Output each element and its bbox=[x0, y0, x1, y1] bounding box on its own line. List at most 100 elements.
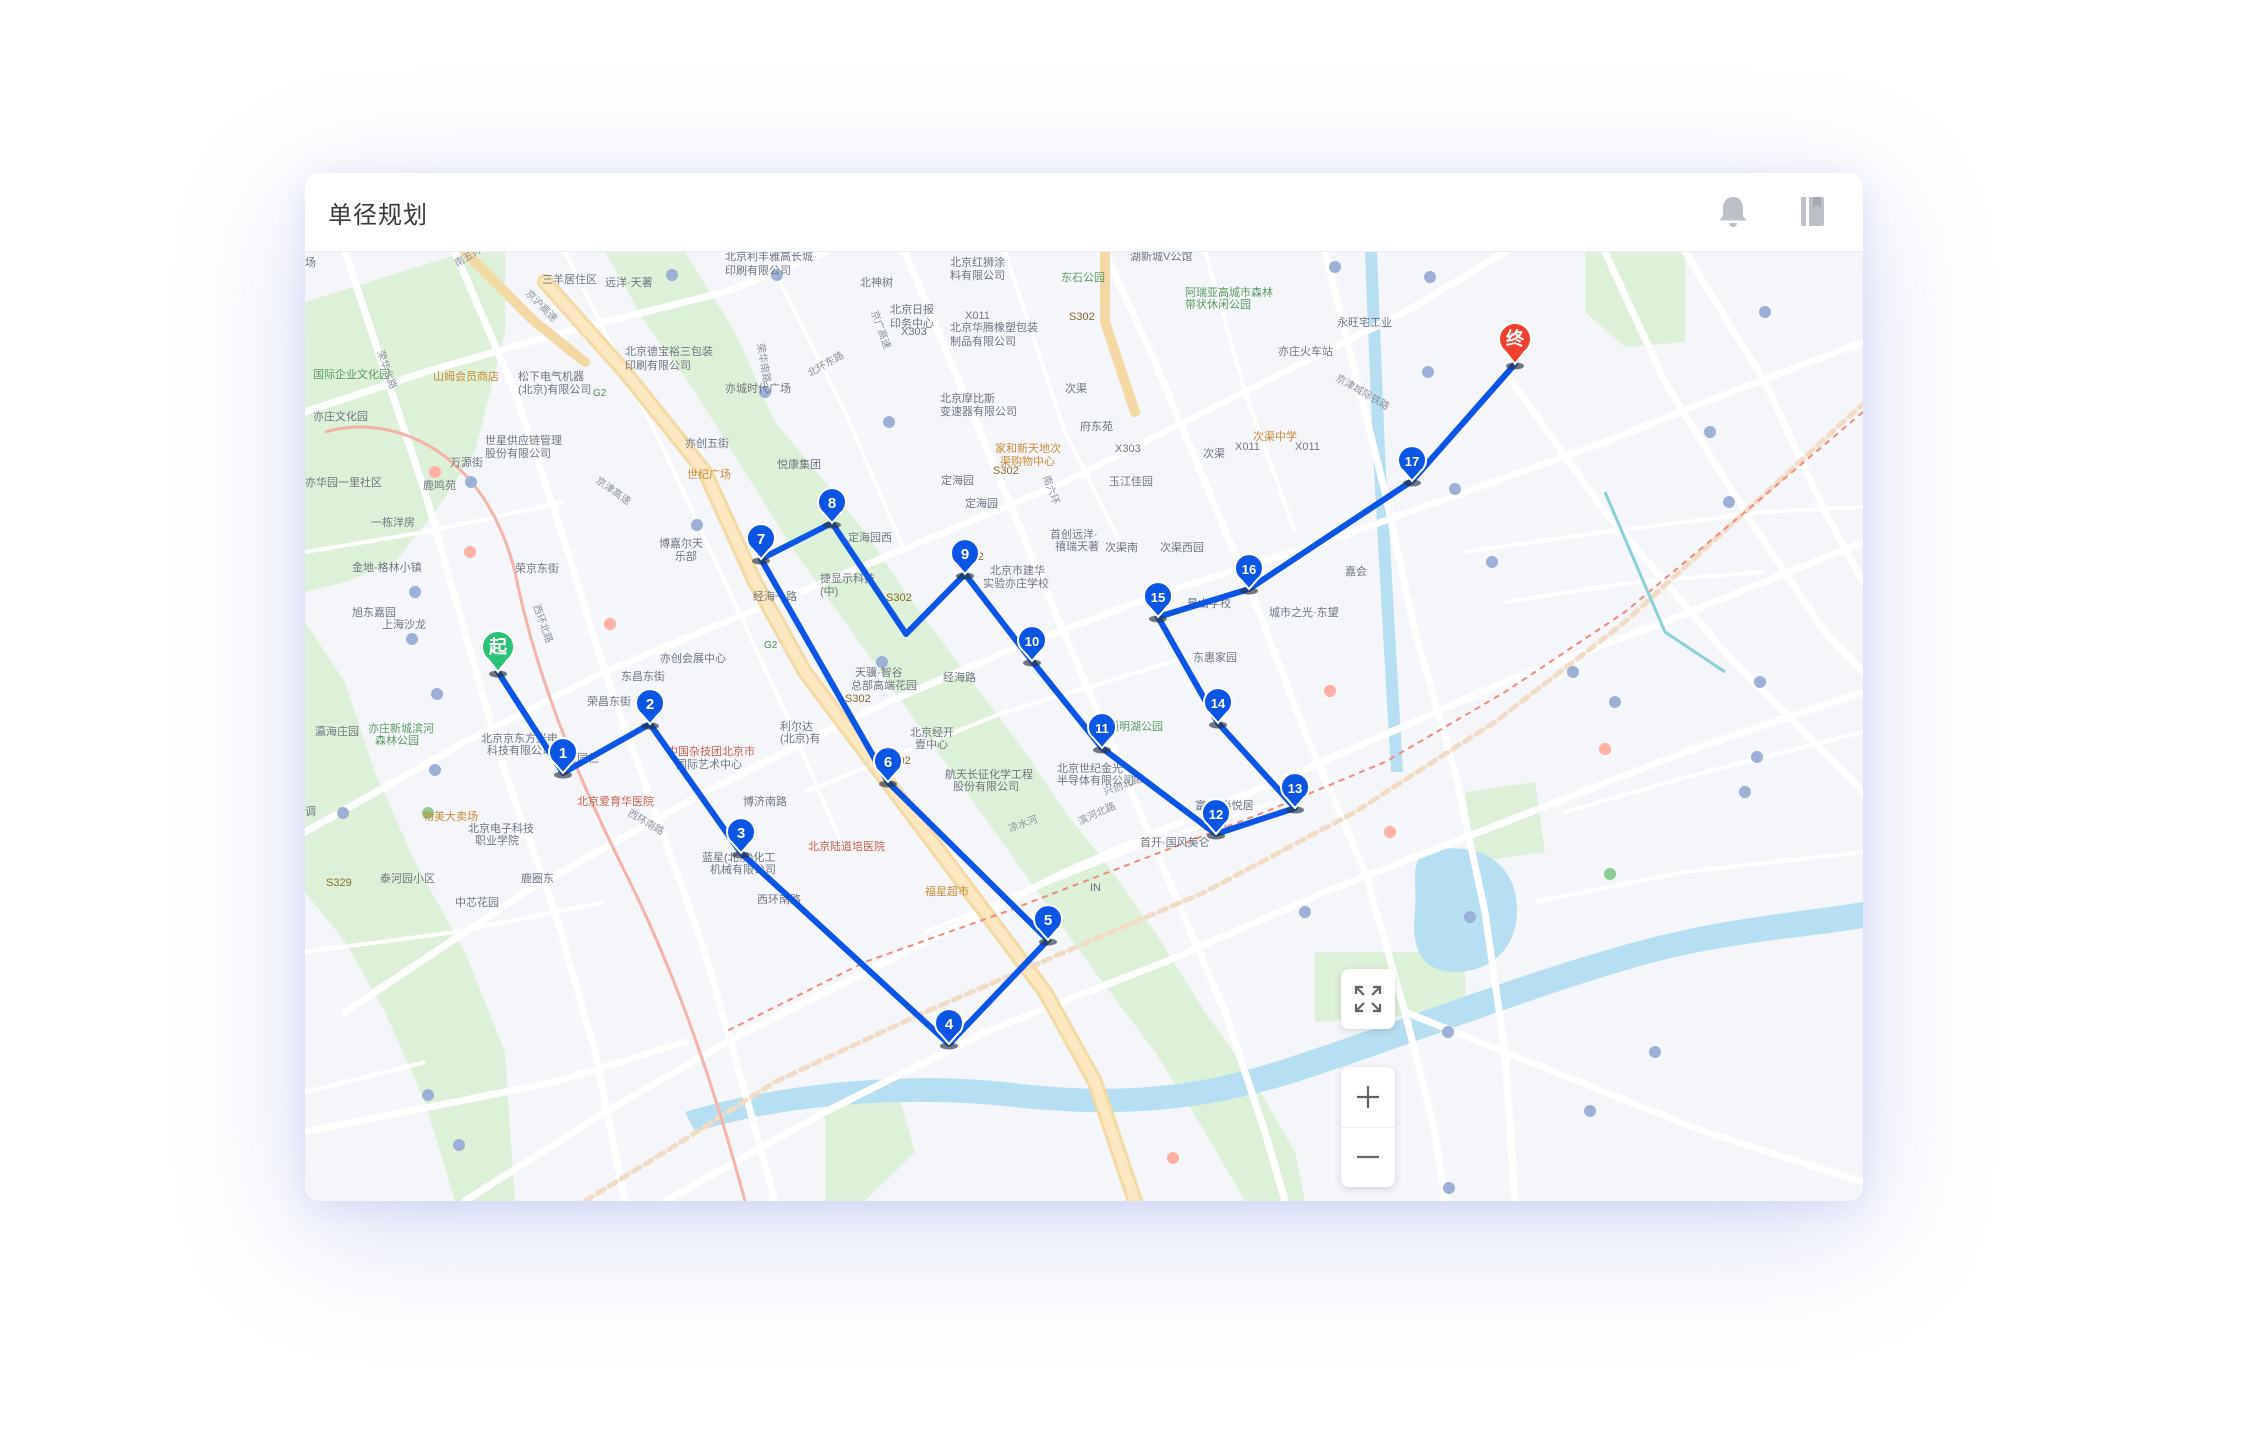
map-label: 上海沙龙 bbox=[382, 617, 426, 631]
fullscreen-control[interactable] bbox=[1341, 969, 1395, 1029]
map-label: 职业学院 bbox=[475, 833, 519, 847]
map-label: 股份有限公司 bbox=[485, 446, 551, 460]
map-label: (中) bbox=[820, 585, 838, 598]
map-label: 印刷有限公司 bbox=[625, 358, 691, 372]
rivers bbox=[685, 252, 1863, 1132]
zoom-in-button[interactable] bbox=[1341, 1067, 1395, 1128]
waypoint-marker[interactable]: 5 bbox=[1033, 904, 1063, 946]
page-title: 单径规划 bbox=[328, 202, 428, 229]
waypoint-marker[interactable]: 1 bbox=[548, 737, 578, 779]
fullscreen-button[interactable] bbox=[1341, 969, 1395, 1029]
map-label: 中芯花园 bbox=[455, 895, 499, 909]
marker-label: 12 bbox=[1209, 807, 1223, 822]
map-label: 松下电气机器 bbox=[518, 369, 584, 383]
marker-label: 5 bbox=[1044, 912, 1052, 929]
zoom-out-button[interactable] bbox=[1341, 1127, 1395, 1187]
map-label: S329 bbox=[326, 877, 352, 889]
map-label: 玉江佳园 bbox=[1109, 474, 1153, 488]
map-label: IN bbox=[1090, 882, 1101, 894]
map-label: 亦创五街 bbox=[685, 436, 729, 450]
map-label: 定海园 bbox=[965, 496, 998, 510]
waypoint-marker[interactable]: 14 bbox=[1203, 687, 1233, 729]
map-label: 经海一路 bbox=[753, 589, 797, 603]
window-header: 单径规划 bbox=[305, 173, 1863, 252]
map-label: 鹿鸣苑 bbox=[423, 478, 456, 492]
route-planning-window: 单径规划 北京利丰雅高长城 印刷有限公司 北京红狮涂 料有限公司 湖新城V公馆 … bbox=[305, 173, 1863, 1201]
marker-label: 16 bbox=[1242, 562, 1256, 577]
map-label: 实验亦庄学校 bbox=[983, 576, 1049, 590]
end-marker[interactable]: 终 bbox=[1498, 321, 1532, 370]
map-label: 北京德宝裕三包装 bbox=[625, 344, 713, 358]
map-view[interactable]: 北京利丰雅高长城 印刷有限公司 北京红狮涂 料有限公司 湖新城V公馆 三羊居住区… bbox=[305, 252, 1863, 1201]
map-label: 物美大卖场 bbox=[423, 809, 478, 823]
map-label: 制品有限公司 bbox=[950, 334, 1016, 348]
map-label: X303 bbox=[901, 326, 927, 338]
marker-label: 起 bbox=[488, 636, 508, 657]
map-label: 北京爱育华医院 bbox=[577, 794, 654, 808]
bookmark-icon[interactable] bbox=[1795, 193, 1831, 231]
marker-label: 7 bbox=[757, 531, 765, 548]
marker-label: 6 bbox=[884, 754, 892, 771]
map-label: 北京利丰雅高长城 bbox=[725, 252, 813, 263]
map-label: 悦康集团 bbox=[777, 457, 821, 471]
map-label: 亦庄新城滨河 bbox=[368, 721, 434, 735]
map-label: 北神树 bbox=[860, 275, 893, 289]
map-label: 场 bbox=[305, 255, 316, 269]
marker-label: 13 bbox=[1288, 781, 1302, 796]
map-label: 福星超市 bbox=[925, 884, 969, 898]
map-label: 禧瑞天著 bbox=[1055, 539, 1099, 553]
waypoint-marker[interactable]: 2 bbox=[635, 688, 665, 730]
marker-label: 10 bbox=[1025, 634, 1039, 649]
map-label: 荣昌东街 bbox=[587, 694, 631, 708]
waypoint-marker[interactable]: 9 bbox=[950, 538, 980, 580]
map-label: (北京)有限公司 bbox=[518, 382, 591, 396]
map-label: S302 bbox=[845, 693, 871, 705]
map-label: 中国杂技团北京市 bbox=[667, 744, 755, 758]
map-label: 城市之光·东望 bbox=[1269, 605, 1339, 619]
road-label: 京津高速 bbox=[593, 474, 633, 508]
plus-icon bbox=[1357, 1086, 1379, 1108]
map-label: 鹿圈东 bbox=[521, 871, 554, 885]
map-label: 国际企业文化园 bbox=[313, 367, 390, 381]
map-label: 总部高端花园 bbox=[851, 678, 917, 692]
map-label: 东昌东街 bbox=[621, 669, 665, 683]
map-label: 亦创会展中心 bbox=[660, 651, 726, 665]
map-label: 北京摩比斯 bbox=[940, 391, 995, 405]
map-label: S302 bbox=[886, 592, 912, 604]
road-label: 西环北路 bbox=[530, 603, 556, 645]
map-label: 壹中心 bbox=[915, 738, 948, 751]
map-label: 世星供应链管理 bbox=[485, 433, 562, 447]
map-label: S302 bbox=[1069, 311, 1095, 323]
map-label: 北京市建华 bbox=[990, 563, 1045, 577]
waypoint-marker[interactable]: 13 bbox=[1280, 772, 1310, 814]
zoom-control[interactable] bbox=[1341, 1067, 1395, 1187]
waypoint-marker[interactable]: 10 bbox=[1017, 625, 1047, 667]
map-label: 金地·格林小镇 bbox=[352, 560, 422, 574]
map-label: 三羊居住区 bbox=[542, 272, 597, 286]
map-label: 次渠南 bbox=[1105, 540, 1138, 554]
map-label: 一栋洋房 bbox=[371, 515, 415, 529]
map-label: 博济南路 bbox=[743, 794, 787, 808]
marker-label: 17 bbox=[1405, 454, 1419, 469]
map-label: (北京)有 bbox=[780, 731, 820, 745]
map-label: X011 bbox=[1295, 441, 1320, 453]
map-label: X011 bbox=[965, 310, 990, 322]
marker-label: 3 bbox=[737, 825, 745, 842]
map-label: 北京华腾橡塑包装 bbox=[950, 320, 1038, 334]
marker-label: 4 bbox=[945, 1016, 954, 1033]
map-label: 天骥·智谷 bbox=[855, 665, 903, 679]
map-label: 调 bbox=[305, 805, 316, 818]
bell-icon[interactable] bbox=[1715, 193, 1751, 231]
map-label: 带状休闲公园 bbox=[1185, 297, 1251, 311]
waypoint-marker[interactable]: 16 bbox=[1234, 553, 1264, 595]
map-label: 首开·国风美仑 bbox=[1140, 835, 1210, 849]
waypoint-marker[interactable]: 17 bbox=[1397, 445, 1427, 487]
map-label: 阿瑞亚高城市森林 bbox=[1185, 285, 1273, 299]
map-label: S302 bbox=[993, 465, 1019, 477]
minus-icon bbox=[1357, 1155, 1379, 1159]
road-label: 荣华南路 bbox=[754, 342, 774, 384]
road-label: G2 bbox=[764, 640, 778, 651]
map-label: 亦华园一里社区 bbox=[305, 475, 382, 489]
map-label: 家和新天地次 bbox=[995, 441, 1061, 455]
start-marker[interactable]: 起 bbox=[481, 629, 515, 678]
